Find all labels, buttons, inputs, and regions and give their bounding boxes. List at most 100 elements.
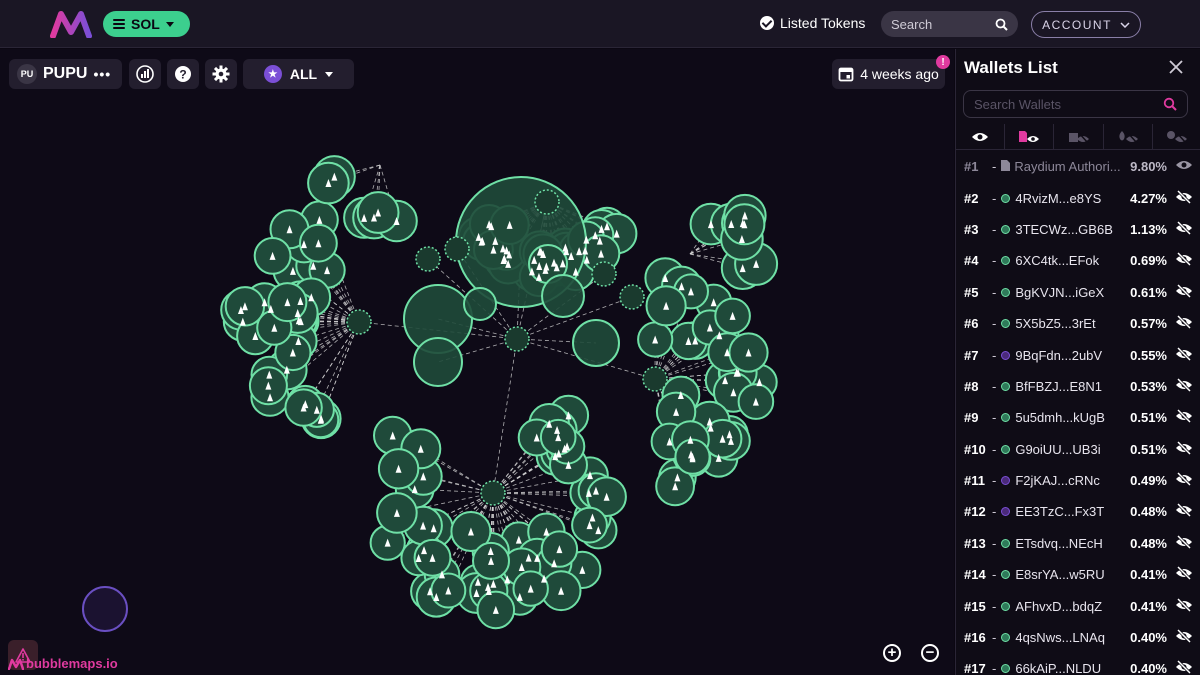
- wallet-row[interactable]: #6- 5X5bZ5...3rEt 0.57%: [956, 308, 1200, 339]
- wallet-row[interactable]: #10- G9oiUU...UB3i 0.51%: [956, 434, 1200, 465]
- navigation-joystick[interactable]: [82, 586, 128, 632]
- wallet-percent: 0.69%: [1130, 253, 1167, 269]
- hub-bubble[interactable]: [534, 189, 560, 215]
- wallet-row[interactable]: #15- AFhvxD...bdqZ 0.41%: [956, 590, 1200, 621]
- wallet-row[interactable]: #12- EE3TzC...Fx3T 0.48%: [956, 496, 1200, 527]
- listed-tokens-link[interactable]: Listed Tokens: [760, 15, 865, 31]
- wallet-row[interactable]: #3- 3TECWz...GB6B 1.13%: [956, 214, 1200, 245]
- filter-contracts[interactable]: [1005, 124, 1055, 149]
- eye-off-icon[interactable]: [1175, 315, 1193, 332]
- time-travel-button[interactable]: 4 weeks ago: [832, 59, 945, 89]
- rank-separator: -: [992, 630, 997, 646]
- eye-off-icon[interactable]: [1175, 189, 1193, 207]
- wallet-row[interactable]: #11- F2jKAJ...cRNc 0.49%: [956, 465, 1200, 496]
- hub-bubble[interactable]: [346, 309, 372, 335]
- contract-dot-icon: [1001, 350, 1011, 360]
- chain-selector-button[interactable]: SOL: [103, 11, 190, 37]
- eye-off-icon[interactable]: [1175, 503, 1193, 520]
- bubble-graph[interactable]: [0, 49, 954, 675]
- wallet-dot-icon: [1001, 601, 1011, 611]
- wallet-rank: #15: [964, 598, 986, 614]
- filter-exchanges[interactable]: [1054, 124, 1104, 149]
- bubblemaps-logo[interactable]: [50, 10, 92, 38]
- eye-off-icon[interactable]: [1175, 220, 1193, 238]
- filter-label: ALL: [289, 66, 318, 82]
- wallet-row[interactable]: #4- 6XC4tk...EFok 0.69%: [956, 245, 1200, 276]
- eye-off-icon[interactable]: [1175, 252, 1193, 269]
- wallet-row[interactable]: #7- 9BqFdn...2ubV 0.55%: [956, 339, 1200, 370]
- eye-off-icon[interactable]: [1175, 566, 1193, 583]
- wallet-row[interactable]: #1- Raydium Authori... 9.80%: [956, 151, 1200, 182]
- wallet-search-input[interactable]: Search Wallets: [963, 90, 1188, 118]
- wallet-row[interactable]: #13- ETsdvq...NEcH 0.48%: [956, 528, 1200, 559]
- wallet-row[interactable]: #14- E8srYA...w5RU 0.41%: [956, 559, 1200, 590]
- hub-bubble[interactable]: [619, 284, 645, 310]
- bubble-map-canvas[interactable]: PU PUPU ••• ? ★ ALL 4 weeks ago ! + − bu…: [0, 49, 954, 675]
- hub-bubble[interactable]: [444, 236, 470, 262]
- wallet-bubble[interactable]: [413, 337, 463, 387]
- solana-icon: [113, 19, 125, 29]
- eye-off-icon[interactable]: [1175, 283, 1193, 301]
- wallet-row[interactable]: #2- 4RvizM...e8YS 4.27%: [956, 182, 1200, 213]
- help-button[interactable]: ?: [167, 59, 199, 89]
- wallet-rank: #2: [964, 190, 979, 206]
- wallet-row[interactable]: #17- 66kAiP...NLDU 0.40%: [956, 653, 1200, 675]
- zoom-out-button[interactable]: −: [916, 639, 944, 667]
- filter-others[interactable]: [1153, 124, 1200, 149]
- filter-burn[interactable]: [1104, 124, 1153, 149]
- hub-bubble[interactable]: [642, 366, 668, 392]
- hub-bubble[interactable]: [480, 480, 506, 506]
- wallet-rank: #16: [964, 630, 986, 646]
- eye-off-icon[interactable]: [1175, 409, 1193, 426]
- eye-off-icon[interactable]: [1175, 346, 1193, 364]
- wallet-percent: 0.51%: [1130, 410, 1167, 426]
- account-button[interactable]: ACCOUNT: [1031, 11, 1141, 38]
- token-avatar: PU: [17, 64, 37, 84]
- svg-text:?: ?: [179, 68, 186, 82]
- rank-separator: -: [992, 661, 997, 675]
- wallet-filter-dropdown[interactable]: ★ ALL: [243, 59, 354, 89]
- hub-bubble[interactable]: [591, 261, 617, 287]
- eye-off-icon[interactable]: [1175, 377, 1193, 395]
- wallet-bubble[interactable]: [541, 274, 585, 318]
- search-input[interactable]: Search: [881, 11, 1018, 37]
- eye-off-icon[interactable]: [1175, 472, 1193, 489]
- wallet-percent: 0.55%: [1130, 347, 1167, 363]
- wallet-dot-icon: [1001, 538, 1011, 548]
- settings-button[interactable]: [205, 59, 237, 89]
- wallet-address: 9BqFdn...2ubV: [1015, 347, 1103, 363]
- eye-off-icon[interactable]: [1175, 440, 1193, 458]
- hub-bubble[interactable]: [504, 326, 530, 352]
- wallet-percent: 0.48%: [1130, 504, 1167, 520]
- plus-icon: +: [883, 644, 901, 662]
- hub-bubble[interactable]: [415, 246, 441, 272]
- brand-watermark[interactable]: bubblemaps.io: [8, 656, 118, 671]
- wallet-row[interactable]: #9- 5u5dmh...kUgB 0.51%: [956, 402, 1200, 433]
- wallet-row[interactable]: #8- BfFBZJ...E8N1 0.53%: [956, 371, 1200, 402]
- wallet-bubble[interactable]: [572, 319, 620, 367]
- eye-off-icon[interactable]: [1175, 628, 1193, 646]
- wallet-percent: 9.80%: [1130, 159, 1167, 175]
- wallet-bubble[interactable]: [463, 287, 497, 321]
- wallet-rank: #3: [964, 221, 979, 237]
- wallet-rank: #12: [964, 504, 986, 520]
- wallet-percent: 0.40%: [1130, 630, 1167, 646]
- wallet-address: EE3TzC...Fx3T: [1015, 504, 1105, 520]
- wallet-address: E8srYA...w5RU: [1015, 567, 1105, 583]
- wallet-rank: #7: [964, 347, 979, 363]
- eye-icon[interactable]: [1175, 159, 1193, 174]
- eye-off-icon[interactable]: [1175, 597, 1193, 615]
- filter-all-visible[interactable]: [956, 124, 1006, 149]
- wallet-row[interactable]: #5- BgKVJN...iGeX 0.61%: [956, 277, 1200, 308]
- eye-off-icon[interactable]: [1175, 660, 1193, 675]
- zoom-in-button[interactable]: +: [878, 639, 906, 667]
- eye-off-icon[interactable]: [1175, 534, 1193, 552]
- chart-button[interactable]: [129, 59, 161, 89]
- wallet-row[interactable]: #16- 4qsNws...LNAq 0.40%: [956, 622, 1200, 653]
- wallet-dot-icon: [1001, 633, 1011, 643]
- close-icon[interactable]: [1168, 59, 1184, 75]
- minus-icon: −: [921, 644, 939, 662]
- star-icon: ★: [263, 65, 282, 83]
- token-selector-button[interactable]: PU PUPU •••: [9, 59, 122, 89]
- wallet-address: 5X5bZ5...3rEt: [1015, 316, 1096, 332]
